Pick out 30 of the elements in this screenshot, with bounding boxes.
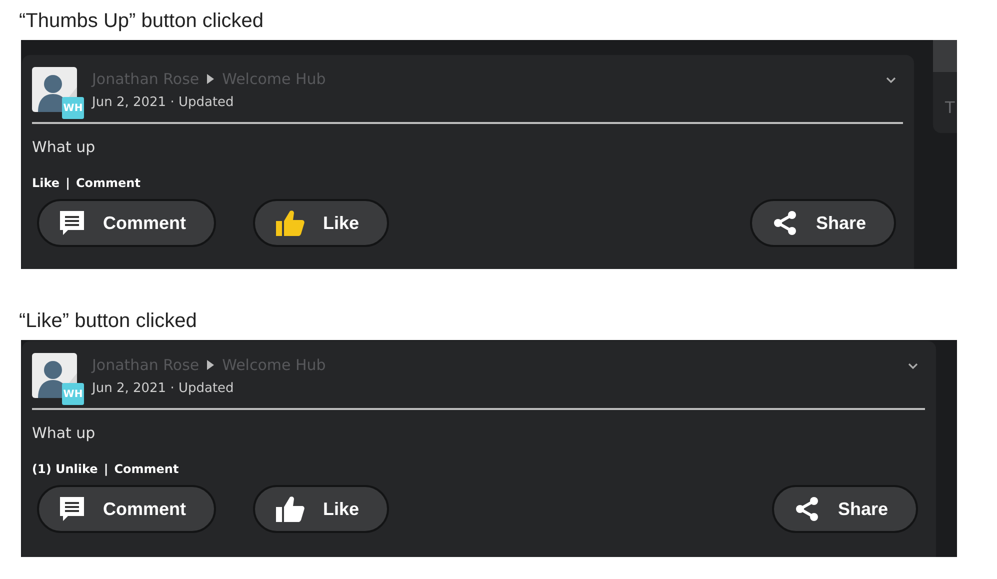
action-link[interactable]: Comment <box>114 462 179 476</box>
separator-text: | <box>66 176 70 190</box>
action-link[interactable]: (1) Unlike <box>32 462 98 476</box>
post-text: What up <box>32 424 96 442</box>
share-icon <box>794 496 820 522</box>
chevron-down-icon[interactable] <box>886 77 896 84</box>
hub-badge: WH <box>62 97 84 119</box>
comment-icon <box>59 496 85 522</box>
comment-button[interactable]: Comment <box>37 199 216 247</box>
post-date: Jun 2, 2021 · Updated <box>92 95 235 110</box>
share-button[interactable]: Share <box>772 485 918 533</box>
caret-icon <box>207 74 214 84</box>
action-link[interactable]: Like <box>32 176 60 190</box>
like-button[interactable]: Like <box>253 199 390 247</box>
separator-text: | <box>104 462 108 476</box>
side-text: T <box>945 98 955 117</box>
share-button[interactable]: Share <box>750 199 896 247</box>
share-icon <box>772 210 798 236</box>
like-button[interactable]: Like <box>253 485 390 533</box>
hub-badge: WH <box>62 383 84 405</box>
comment-icon <box>59 210 85 236</box>
post-text: What up <box>32 138 96 156</box>
caret-icon <box>207 360 214 370</box>
post-date: Jun 2, 2021 · Updated <box>92 381 235 396</box>
side-panel-header <box>933 40 957 72</box>
chevron-down-icon[interactable] <box>908 363 918 370</box>
caption-text: “Thumbs Up” button clicked <box>19 10 265 34</box>
comment-button[interactable]: Comment <box>37 485 216 533</box>
action-link[interactable]: Comment <box>76 176 140 190</box>
caption-text: “Like” button clicked <box>19 310 198 334</box>
